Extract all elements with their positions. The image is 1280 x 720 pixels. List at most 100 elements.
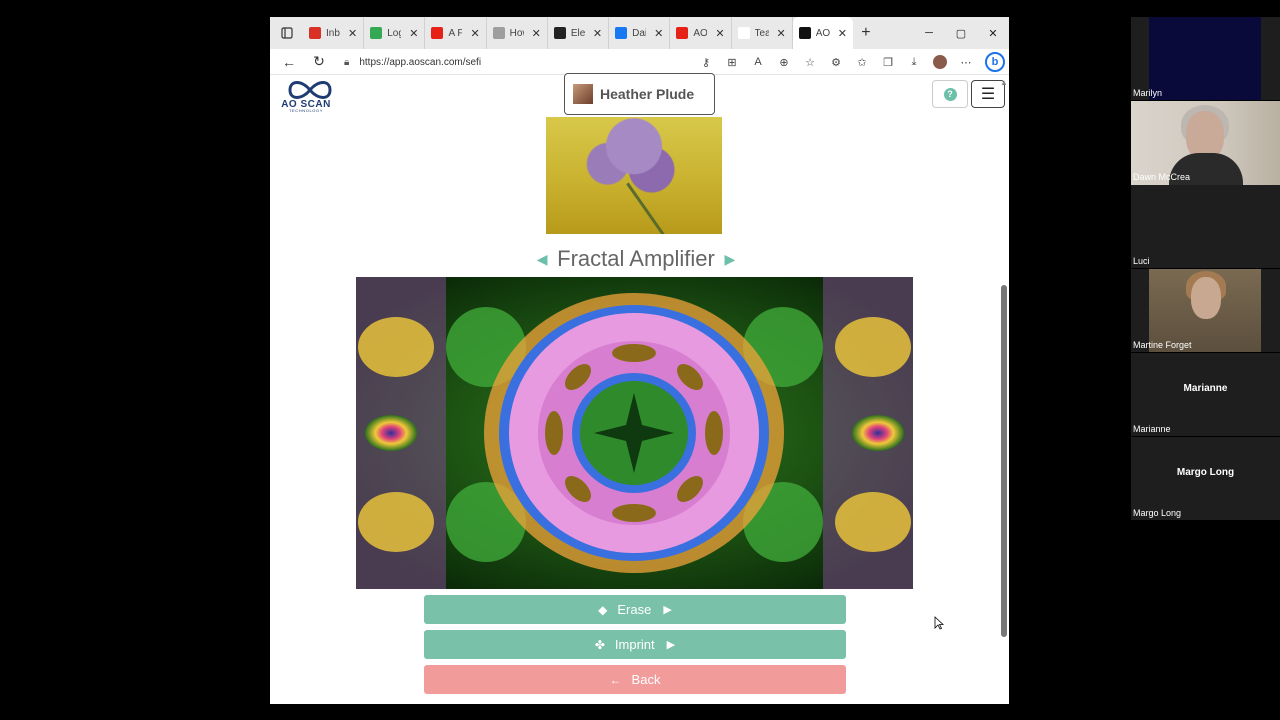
participant-tile[interactable]: Martine Forget <box>1131 269 1280 352</box>
back-icon[interactable]: ← <box>274 49 304 75</box>
browser-tab[interactable]: How ✕ <box>487 17 548 49</box>
favorites-icon[interactable]: ✩ <box>849 49 875 75</box>
tab-favicon-icon <box>553 27 566 39</box>
participant-tile[interactable]: Luci <box>1131 185 1280 268</box>
play-icon: ▶ <box>666 639 676 651</box>
browser-tab[interactable]: Tear ✕ <box>732 17 793 49</box>
tab-close-icon[interactable]: ✕ <box>409 27 418 40</box>
tab-bar: Inbo✕Log✕A Fu✕How✕Elec✕Daiv✕AO✕Tear✕AO✕ … <box>270 17 1009 49</box>
tab-favicon-icon <box>737 27 750 39</box>
participant-center-name: Marianne <box>1183 383 1228 394</box>
tab-close-icon[interactable]: ✕ <box>348 27 357 40</box>
browser-tab[interactable]: AO ✕ <box>792 17 853 49</box>
scroll-up-icon[interactable]: ▲ <box>1000 78 1008 87</box>
participant-video <box>1149 17 1261 100</box>
tab-label: Tear <box>754 27 769 39</box>
browser-tab[interactable]: Elec ✕ <box>548 17 610 49</box>
browser-tab[interactable]: Inbo ✕ <box>303 17 365 49</box>
participant-name: Margo Long <box>1133 508 1182 518</box>
window-controls: ─ ▢ ✕ <box>913 17 1009 49</box>
tab-favicon-icon <box>431 27 444 39</box>
downloads-icon[interactable]: ⤓ <box>901 49 927 75</box>
apps-icon[interactable]: ⊞ <box>719 49 745 75</box>
next-arrow-icon[interactable]: ▶ <box>721 251 739 268</box>
erase-label: Erase <box>617 602 652 617</box>
browser-tab[interactable]: Daiv ✕ <box>609 17 671 49</box>
imprint-button[interactable]: ✤ Imprint ▶ <box>424 630 846 659</box>
key-icon[interactable]: ⚷ <box>693 49 719 75</box>
app-page: AO SCAN TECHNOLOGY Heather Plude ? ☰ ◀ F… <box>270 73 1009 704</box>
scroll-thumb[interactable] <box>1001 285 1007 637</box>
read-aloud-icon[interactable]: A <box>745 49 771 75</box>
tab-favicon-icon <box>492 27 505 39</box>
fractal-image <box>356 277 913 589</box>
collections-icon[interactable]: ❐ <box>875 49 901 75</box>
participants-panel: Marilyn Dawn McCrea Luci Martine Forget … <box>1131 17 1280 520</box>
tab-actions-icon[interactable] <box>270 17 303 49</box>
participant-tile[interactable]: Margo Long Margo Long <box>1131 437 1280 520</box>
browser-toolbar: ← ↻ 🔒︎ https://app.aoscan.com/sefi ⚷ ⊞ A… <box>270 49 1009 75</box>
tab-favicon-icon <box>798 27 811 39</box>
tab-close-icon[interactable]: ✕ <box>715 27 724 40</box>
participant-name: Luci <box>1133 256 1150 266</box>
screen: Inbo✕Log✕A Fu✕How✕Elec✕Daiv✕AO✕Tear✕AO✕ … <box>0 0 1280 720</box>
erase-button[interactable]: ◆ Erase ▶ <box>424 595 846 624</box>
participant-tile[interactable]: Marilyn <box>1131 17 1280 100</box>
maximize-icon[interactable]: ▢ <box>945 17 977 49</box>
tab-label: Inbo <box>326 27 340 39</box>
logo-subtext: TECHNOLOGY <box>288 108 323 113</box>
flower-image <box>546 117 722 234</box>
refresh-icon[interactable]: ↻ <box>304 49 334 75</box>
mouse-cursor-icon <box>934 616 944 630</box>
imprint-label: Imprint <box>614 637 655 652</box>
eraser-icon: ◆ <box>598 602 608 617</box>
tab-label: A Fu <box>448 27 463 39</box>
tab-label: Elec <box>570 27 585 39</box>
favorite-add-icon[interactable]: ☆ <box>797 49 823 75</box>
tab-label: AO <box>815 27 830 39</box>
tab-favicon-icon <box>370 27 383 39</box>
participant-tile[interactable]: Dawn McCrea <box>1131 101 1280 185</box>
page-scrollbar[interactable]: ▲ <box>999 75 1009 646</box>
back-button[interactable]: ← Back <box>424 665 846 694</box>
previous-arrow-icon[interactable]: ◀ <box>533 251 551 268</box>
tab-close-icon[interactable]: ✕ <box>654 27 663 40</box>
client-name: Heather Plude <box>600 86 695 102</box>
tab-label: How <box>509 27 524 39</box>
bing-icon[interactable]: b <box>985 52 1005 72</box>
close-window-icon[interactable]: ✕ <box>977 17 1009 49</box>
address-bar[interactable]: 🔒︎ https://app.aoscan.com/sefi <box>344 52 684 72</box>
new-tab-button[interactable]: + <box>853 17 879 49</box>
tab-label: Daiv <box>632 27 646 39</box>
zoom-icon[interactable]: ⊕ <box>771 49 797 75</box>
lock-icon: 🔒︎ <box>344 56 350 68</box>
toolbar-icons: ⚷ ⊞ A ⊕ ☆ ⚙ ✩ ❐ ⤓ ⋯ b <box>693 49 1005 75</box>
browser-tab[interactable]: A Fu ✕ <box>425 17 487 49</box>
tab-favicon-icon <box>309 27 321 39</box>
tool-title: Fractal Amplifier <box>557 246 715 271</box>
arrow-left-icon: ← <box>609 672 622 687</box>
tab-close-icon[interactable]: ✕ <box>838 27 847 40</box>
tab-label: Log <box>387 27 402 39</box>
imprint-icon: ✤ <box>594 637 605 652</box>
more-icon[interactable]: ⋯ <box>953 49 979 75</box>
participant-name: Marianne <box>1133 424 1171 434</box>
tab-close-icon[interactable]: ✕ <box>593 27 602 40</box>
browser-window: Inbo✕Log✕A Fu✕How✕Elec✕Daiv✕AO✕Tear✕AO✕ … <box>270 17 1009 704</box>
help-icon: ? <box>943 87 957 101</box>
help-button[interactable]: ? <box>932 80 968 108</box>
client-avatar <box>573 84 593 104</box>
participant-tile[interactable]: Marianne Marianne <box>1131 353 1280 436</box>
tab-favicon-icon <box>676 27 689 39</box>
browser-tab[interactable]: Log ✕ <box>364 17 426 49</box>
tab-close-icon[interactable]: ✕ <box>777 27 786 40</box>
profile-avatar[interactable] <box>933 55 947 69</box>
tab-label: AO <box>693 27 708 39</box>
tab-close-icon[interactable]: ✕ <box>470 27 479 40</box>
tab-close-icon[interactable]: ✕ <box>532 27 541 40</box>
browser-tab[interactable]: AO ✕ <box>670 17 732 49</box>
minimize-icon[interactable]: ─ <box>913 17 945 49</box>
client-selector[interactable]: Heather Plude <box>564 73 715 115</box>
tool-title-row: ◀ Fractal Amplifier ▶ <box>516 244 756 274</box>
extensions-icon[interactable]: ⚙ <box>823 49 849 75</box>
